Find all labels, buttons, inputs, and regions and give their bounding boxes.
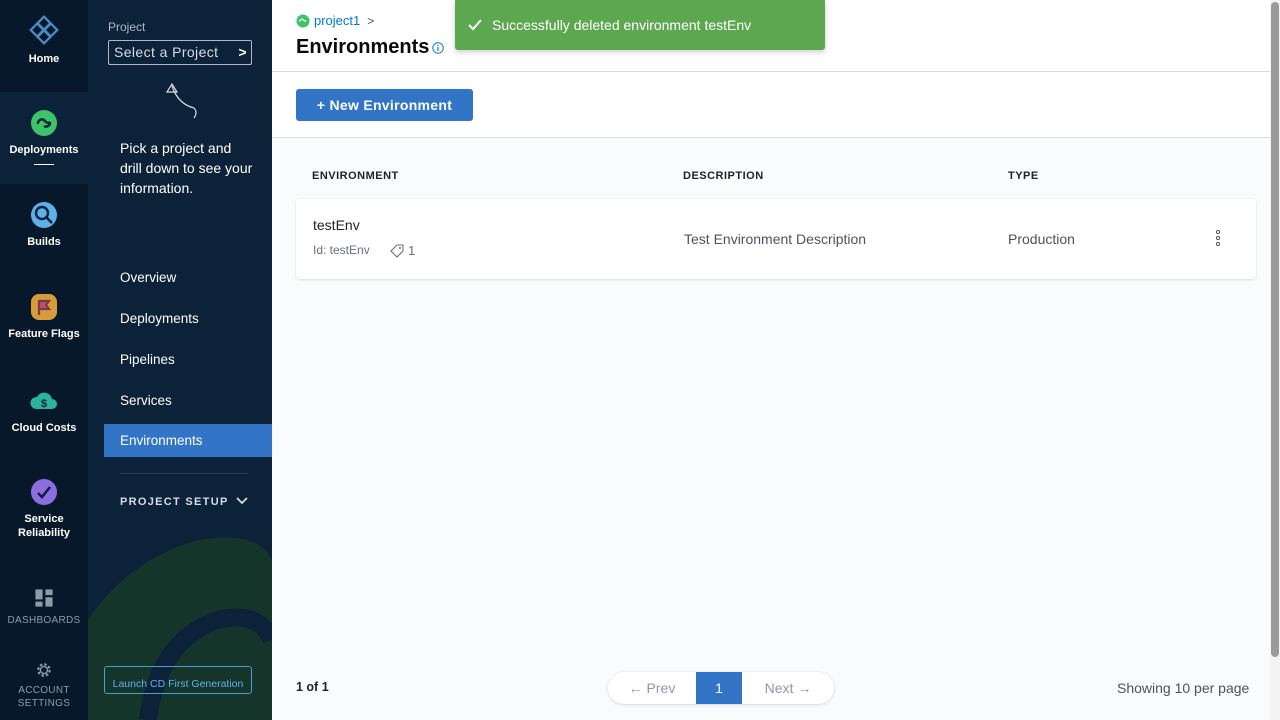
cloud-costs-icon: $: [30, 392, 57, 410]
launch-cd-first-gen-button[interactable]: Launch CD First Generation: [104, 666, 252, 694]
arrow-right-icon: →: [797, 680, 812, 696]
deployments-icon: [296, 14, 310, 27]
column-header-environment: ENVIRONMENT: [312, 170, 399, 182]
next-label: Next: [764, 680, 794, 696]
checkmark-icon: [468, 19, 482, 31]
environment-name: testEnv: [313, 217, 360, 233]
rail-item-account-settings[interactable]: ACCOUNT SETTINGS: [0, 660, 88, 710]
next-page-button[interactable]: Next →: [742, 672, 834, 704]
module-rail: Home Deployments Builds Feature Flags $ …: [0, 0, 88, 720]
nav-link-deployments[interactable]: Deployments: [120, 311, 199, 326]
service-reliability-icon: [31, 479, 57, 505]
rail-item-feature-flags[interactable]: Feature Flags: [0, 293, 88, 341]
deployments-icon: [31, 110, 57, 136]
chevron-right-icon: >: [238, 44, 247, 60]
project-select[interactable]: Select a Project >: [108, 40, 252, 65]
per-page-info: Showing 10 per page: [1117, 680, 1250, 696]
builds-icon: [31, 202, 57, 228]
arrow-left-icon: ←: [628, 680, 643, 696]
rail-item-cloud-costs[interactable]: $ Cloud Costs: [0, 387, 88, 435]
column-header-type: TYPE: [1008, 170, 1039, 182]
gear-icon: [37, 663, 51, 677]
nav-link-pipelines[interactable]: Pipelines: [120, 352, 175, 367]
rail-label-home: Home: [28, 53, 60, 65]
prev-label: Prev: [646, 680, 676, 696]
success-toast: Successfully deleted environment testEnv: [455, 0, 825, 50]
prev-page-button[interactable]: ← Prev: [608, 672, 696, 704]
dashboards-icon: [35, 589, 53, 607]
more-options-icon[interactable]: [1210, 229, 1226, 247]
tag-icon: [390, 243, 404, 258]
pointer-arrow-icon: [165, 82, 197, 119]
rail-item-service-reliability[interactable]: Service Reliability: [0, 478, 88, 540]
svg-text:$: $: [41, 398, 47, 410]
info-icon[interactable]: [432, 42, 444, 54]
tag-count: 1: [408, 243, 416, 258]
page-info: 1 of 1: [296, 680, 329, 694]
environment-id: Id: testEnv: [313, 243, 370, 257]
project-setup-label: PROJECT SETUP: [120, 496, 229, 508]
chevron-right-icon: >: [367, 13, 375, 28]
scrollbar[interactable]: [1270, 0, 1280, 720]
harness-logo-icon: [29, 15, 59, 45]
nav-link-overview[interactable]: Overview: [120, 270, 176, 285]
rail-item-home[interactable]: Home: [0, 14, 88, 92]
rail-label-dashboards: DASHBOARDS: [7, 615, 81, 626]
nav-link-environments[interactable]: Environments: [104, 424, 272, 457]
rail-item-deployments[interactable]: Deployments: [0, 92, 88, 184]
column-header-description: DESCRIPTION: [683, 170, 764, 182]
rail-label-account-settings: ACCOUNT SETTINGS: [17, 685, 71, 709]
chevron-down-icon: [236, 494, 248, 508]
page-number-button[interactable]: 1: [696, 672, 742, 704]
rail-item-dashboards[interactable]: DASHBOARDS: [0, 588, 88, 628]
project-label: Project: [108, 20, 146, 34]
main-content: project1 > Environments + New Environmen…: [272, 0, 1280, 720]
scrollbar-thumb[interactable]: [1271, 2, 1279, 657]
tags-badge[interactable]: 1: [390, 243, 415, 258]
table-row[interactable]: testEnv Id: testEnv 1 Test Environment D…: [296, 199, 1256, 279]
nav-divider: [120, 473, 248, 474]
environment-description: Test Environment Description: [684, 231, 867, 247]
rail-label-service-reliability: Service Reliability: [18, 513, 70, 539]
active-indicator: [34, 164, 54, 165]
toast-message: Successfully deleted environment testEnv: [492, 17, 752, 33]
rail-label-builds: Builds: [27, 236, 61, 248]
environment-type: Production: [1008, 231, 1075, 247]
rail-label-deployments: Deployments: [9, 144, 79, 156]
rail-item-builds[interactable]: Builds: [0, 201, 88, 249]
breadcrumb[interactable]: project1 >: [296, 13, 374, 28]
breadcrumb-project[interactable]: project1: [314, 13, 360, 28]
rail-label-feature-flags: Feature Flags: [8, 328, 80, 340]
nav-link-services[interactable]: Services: [120, 393, 172, 408]
project-setup-toggle[interactable]: PROJECT SETUP: [120, 496, 248, 508]
project-nav: Project Select a Project > Pick a projec…: [88, 0, 272, 720]
feature-flags-icon: [31, 294, 57, 320]
rail-label-cloud-costs: Cloud Costs: [11, 422, 77, 434]
new-environment-button[interactable]: + New Environment: [296, 89, 473, 121]
pagination: ← Prev 1 Next →: [608, 672, 834, 704]
project-select-text: Select a Project: [114, 44, 219, 60]
toolbar: + New Environment: [272, 72, 1272, 138]
page-title: Environments: [296, 36, 430, 58]
pick-project-hint: Pick a project and drill down to see you…: [120, 140, 253, 196]
